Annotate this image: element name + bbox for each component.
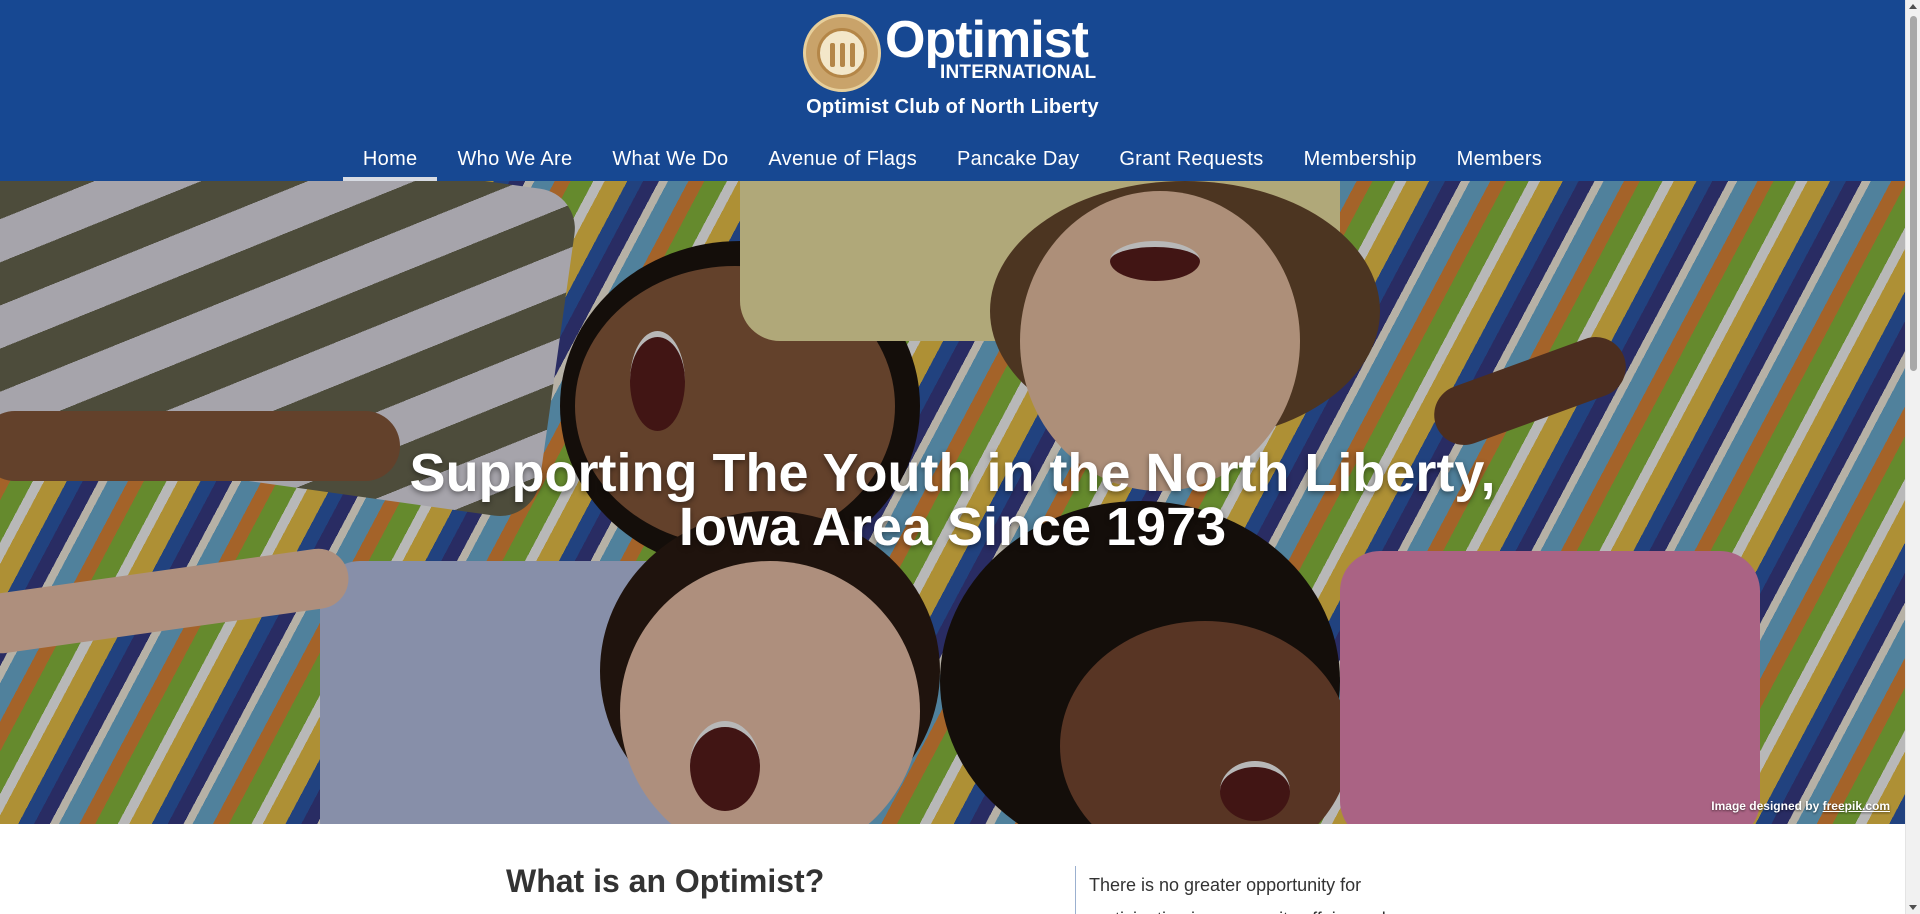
sidebar-divider [1075,866,1076,914]
nav-item-membership[interactable]: Membership [1284,142,1437,181]
nav-item-home[interactable]: Home [342,142,438,181]
hero-banner: Supporting The Youth in the North Libert… [0,181,1905,824]
logo-subtext: INTERNATIONAL [940,62,1097,83]
image-credit-label: Image designed by [1711,799,1820,813]
main-nav: Home Who We Are What We Do Avenue of Fla… [0,142,1905,181]
optimist-emblem-icon [803,14,881,92]
hero-title-line1: Supporting The Youth in the North Libert… [409,443,1496,503]
page-scrollbar[interactable] [1905,0,1920,914]
nav-item-what-we-do[interactable]: What We Do [592,142,748,181]
nav-item-who-we-are[interactable]: Who We Are [437,142,592,181]
scroll-down-icon[interactable] [1909,905,1917,910]
sidebar-text: There is no greater opportunity for part… [1089,875,1386,914]
page: Optimist INTERNATIONAL Optimist Club of … [0,0,1920,914]
nav-item-avenue-of-flags[interactable]: Avenue of Flags [748,142,937,181]
section-title: What is an Optimist? [506,863,825,899]
site-header: Optimist INTERNATIONAL Optimist Club of … [0,0,1905,181]
nav-item-grant-requests[interactable]: Grant Requests [1099,142,1283,181]
freepik-link[interactable]: freepik.com [1823,799,1890,813]
nav-item-pancake-day[interactable]: Pancake Day [937,142,1099,181]
image-credit: Image designed by freepik.com [1711,799,1890,813]
optimist-logo[interactable]: Optimist INTERNATIONAL [803,11,1103,94]
scroll-up-icon[interactable] [1909,4,1917,9]
hero-title-line2: Iowa Area Since 1973 [678,497,1227,557]
nav-item-members[interactable]: Members [1437,142,1562,181]
logo-text: Optimist [885,11,1089,69]
club-name: Optimist Club of North Liberty [806,96,1099,118]
scrollbar-thumb[interactable] [1910,16,1917,371]
hero-title: Supporting The Youth in the North Libert… [380,446,1525,554]
